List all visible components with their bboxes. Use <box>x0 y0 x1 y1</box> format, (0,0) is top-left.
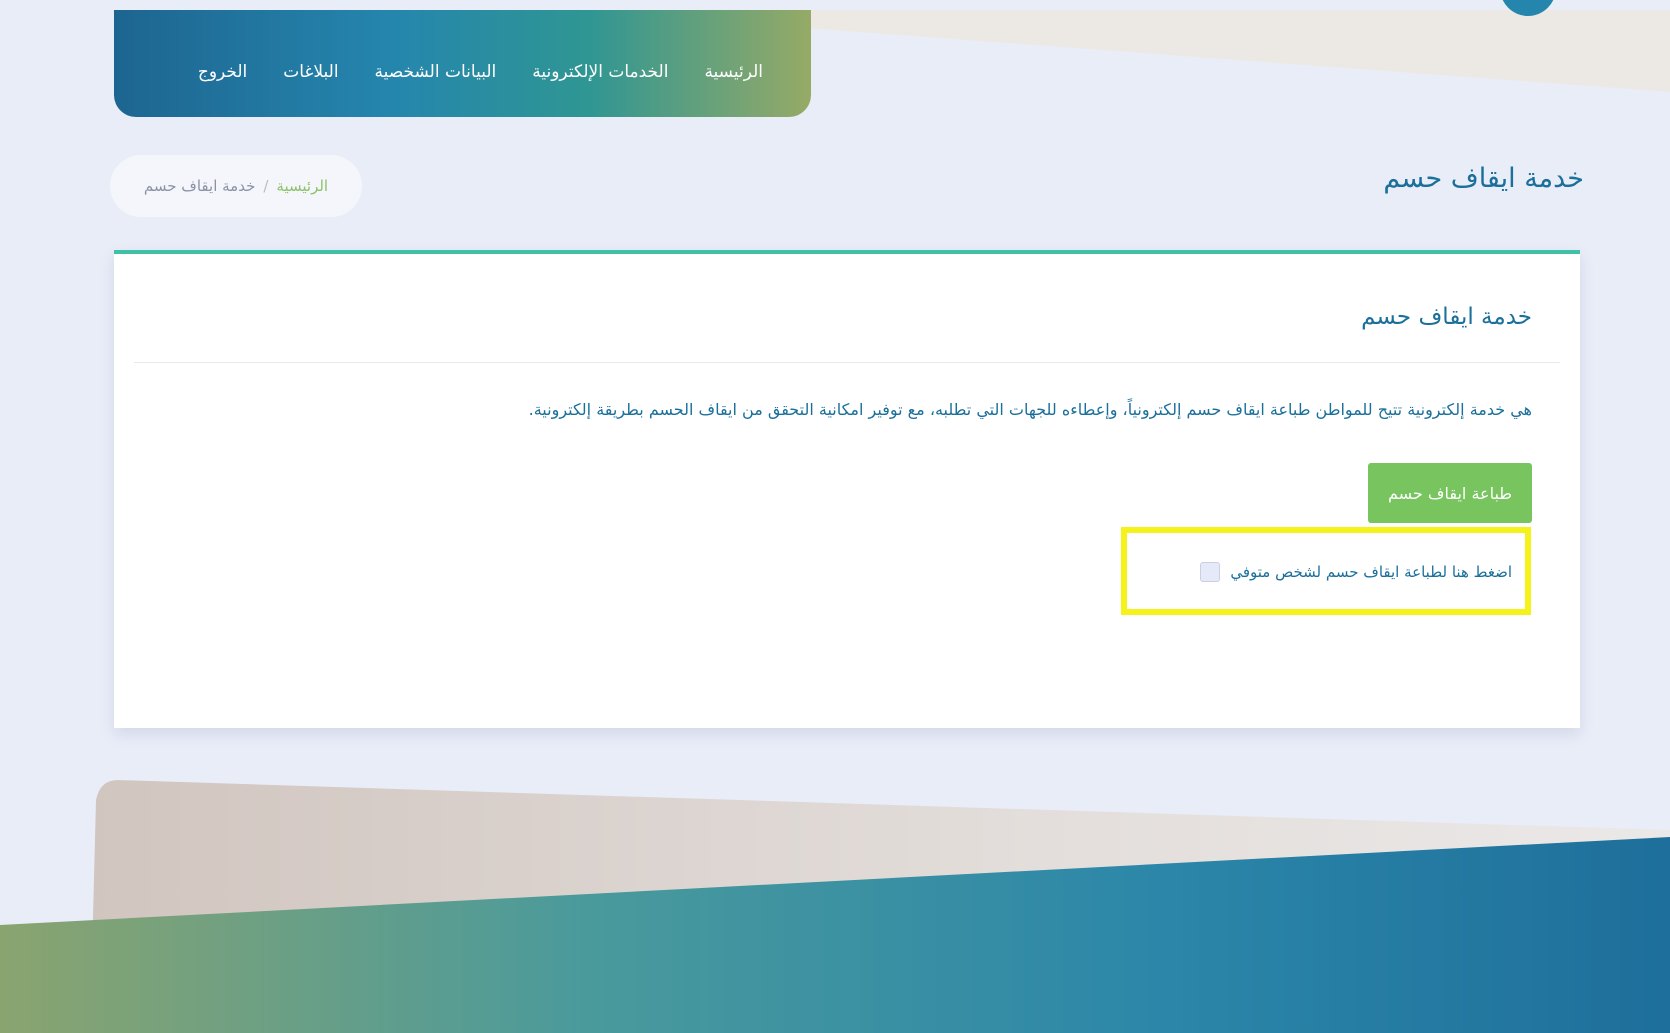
nav-item-reports[interactable]: البلاغات <box>283 62 338 82</box>
nav-item-logout[interactable]: الخروج <box>198 62 247 82</box>
card-title: خدمة ايقاف حسم <box>1361 304 1532 330</box>
breadcrumb-current: خدمة ايقاف حسم <box>143 177 256 195</box>
nav-item-personal-data[interactable]: البيانات الشخصية <box>375 62 497 82</box>
top-navigation: الرئيسية الخدمات الإلكترونية البيانات ال… <box>114 10 811 117</box>
card-divider <box>134 362 1560 363</box>
print-deduction-stop-button[interactable]: طباعة ايقاف حسم <box>1368 463 1532 523</box>
nav-item-home[interactable]: الرئيسية <box>704 62 763 82</box>
breadcrumb: الرئيسية / خدمة ايقاف حسم <box>110 155 362 217</box>
deceased-checkbox-label[interactable]: اضغط هنا لطباعة ايقاف حسم لشخص متوفي <box>1230 563 1512 581</box>
nav-item-e-services[interactable]: الخدمات الإلكترونية <box>532 62 668 82</box>
breadcrumb-separator: / <box>263 177 269 195</box>
user-avatar[interactable] <box>1500 0 1556 16</box>
page-title: خدمة ايقاف حسم <box>1383 163 1584 194</box>
deceased-checkbox-row[interactable]: اضغط هنا لطباعة ايقاف حسم لشخص متوفي <box>1200 562 1512 582</box>
breadcrumb-home-link[interactable]: الرئيسية <box>276 177 328 195</box>
deceased-checkbox[interactable] <box>1200 562 1221 582</box>
service-description: هي خدمة إلكترونية تتيح للمواطن طباعة ايق… <box>528 400 1532 419</box>
service-card: خدمة ايقاف حسم هي خدمة إلكترونية تتيح لل… <box>114 250 1580 728</box>
